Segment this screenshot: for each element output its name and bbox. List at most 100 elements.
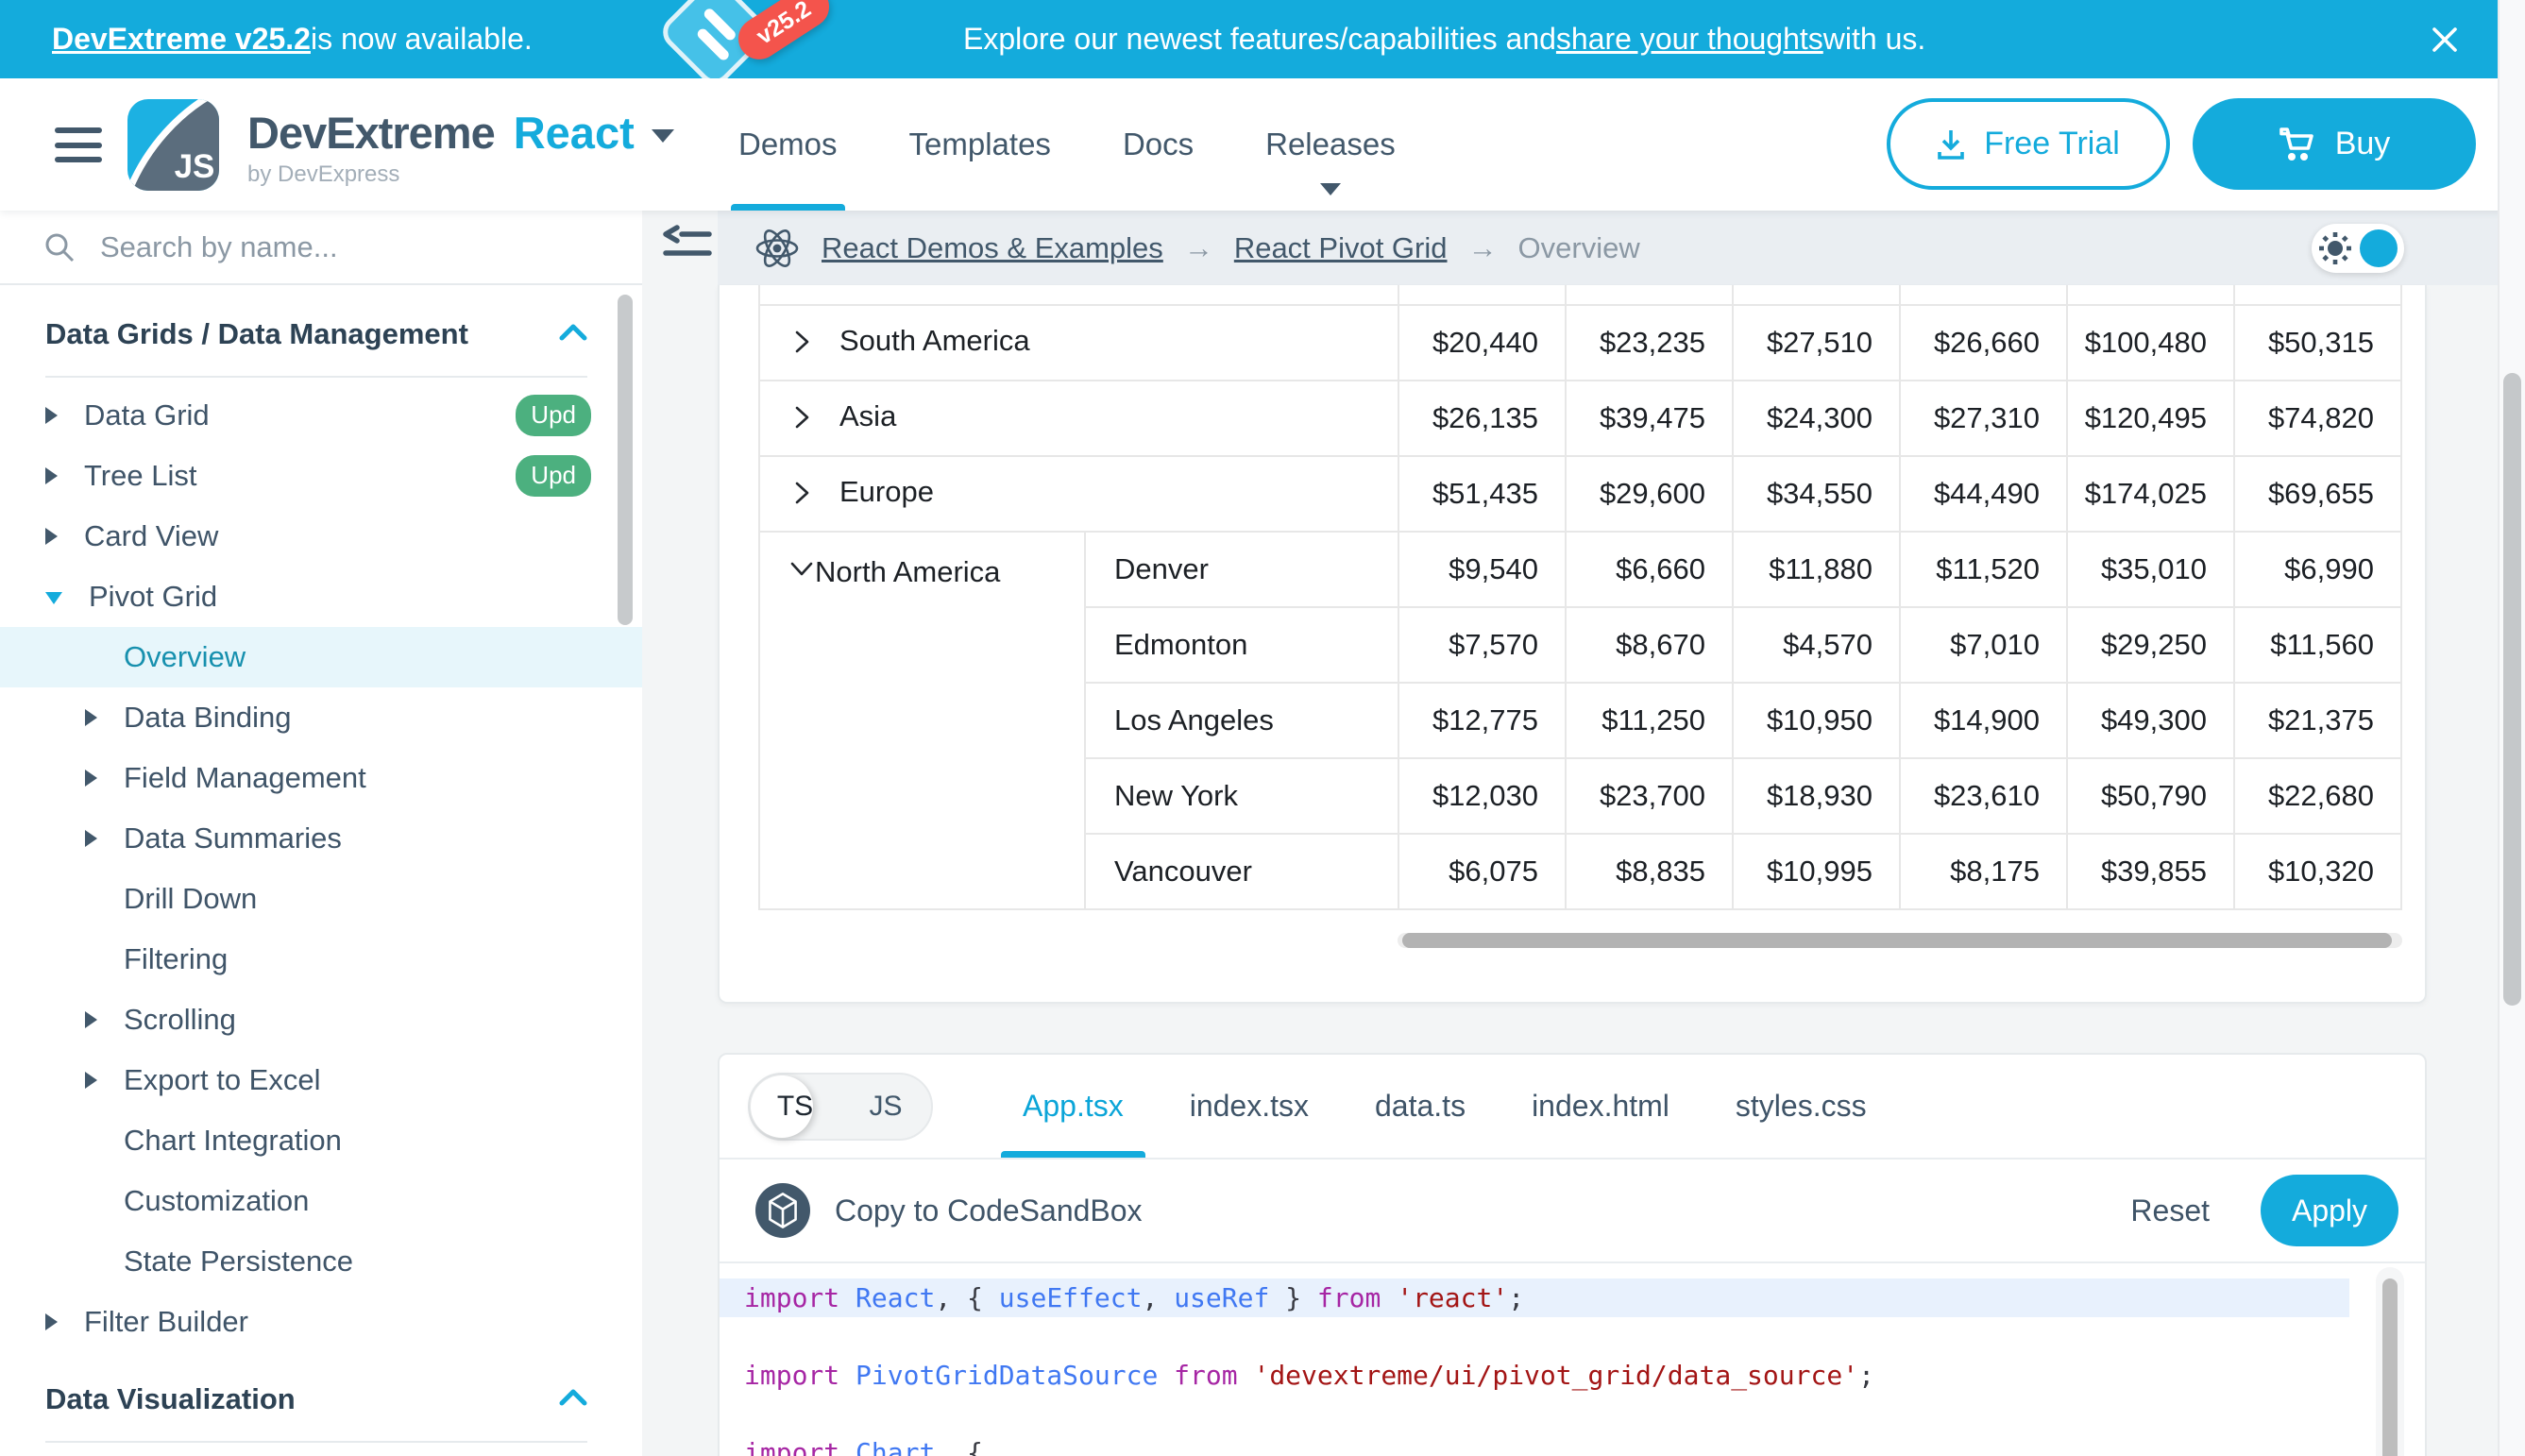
reset-button[interactable]: Reset (2130, 1194, 2210, 1228)
nav-item-releases[interactable]: Releases (1265, 78, 1396, 211)
pivot-value-cell: $39,475 (1566, 381, 1733, 456)
sidebar-section-header[interactable]: Data Visualization (0, 1352, 642, 1416)
language-toggle[interactable]: TSJS (748, 1073, 933, 1141)
sidebar-section-header[interactable]: Data Grids / Data Management (0, 287, 642, 351)
expanded-arrow-icon[interactable] (45, 592, 62, 604)
pivot-row-asia: Asia$26,135$39,475$24,300$27,310$120,495… (759, 381, 2401, 456)
pivot-horizontal-scrollbar[interactable] (1398, 933, 2402, 948)
brand-block[interactable]: DevExtreme React by DevExpress (247, 107, 674, 188)
share-your-thoughts-link[interactable]: share your thoughts (1556, 22, 1823, 57)
tab-index-html[interactable]: index.html (1499, 1055, 1703, 1158)
sidebar-item-state-persistence[interactable]: State Persistence (0, 1231, 642, 1292)
sidebar-item-export-to-excel[interactable]: Export to Excel (0, 1050, 642, 1110)
buy-button[interactable]: Buy (2193, 98, 2476, 190)
sidebar-item-filtering[interactable]: Filtering (0, 929, 642, 990)
expand-row-icon[interactable] (788, 404, 815, 438)
copy-to-codesandbox-button[interactable]: Copy to CodeSandBox (755, 1183, 1143, 1238)
tab-app-tsx[interactable]: App.tsx (990, 1055, 1157, 1158)
pivot-city-cell[interactable]: Los Angeles (1085, 683, 1398, 758)
collapse-sidebar-icon[interactable] (661, 225, 712, 262)
sidebar-item-drill-down[interactable]: Drill Down (0, 869, 642, 929)
sidebar-item-tree-list[interactable]: Tree ListUpd (0, 446, 642, 506)
code-line-1[interactable]: import React, { useEffect, useRef } from… (720, 1278, 2349, 1317)
sidebar-item-overview[interactable]: Overview (0, 627, 642, 687)
code-token (839, 1282, 856, 1313)
pivot-city-cell[interactable]: New York (1085, 758, 1398, 834)
page-scrollbar[interactable] (2498, 0, 2525, 1456)
sidebar-item-data-summaries[interactable]: Data Summaries (0, 808, 642, 869)
theme-toggle-knob[interactable] (2360, 229, 2398, 267)
pivot-value-cell: $9,540 (1398, 532, 1566, 607)
code-scrollbar-thumb[interactable] (2382, 1278, 2398, 1456)
collapsed-arrow-icon[interactable] (85, 1072, 97, 1089)
collapsed-arrow-icon[interactable] (45, 407, 58, 424)
hamburger-menu-icon[interactable] (55, 127, 102, 162)
collapsed-arrow-icon[interactable] (85, 1011, 97, 1028)
collapsed-arrow-icon[interactable] (85, 770, 97, 787)
theme-toggle[interactable] (2312, 224, 2404, 273)
code-token (1381, 1282, 1397, 1313)
sidebar-item-field-management[interactable]: Field Management (0, 748, 642, 808)
devextreme-react-demos-page: DevExtreme v25.2 is now available. v25.2… (0, 0, 2525, 1456)
nav-item-demos[interactable]: Demos (738, 78, 838, 211)
tab-index-tsx[interactable]: index.tsx (1157, 1055, 1342, 1158)
pivot-row-header[interactable]: Asia (759, 381, 1398, 456)
code-line-5[interactable]: import Chart, { (720, 1433, 2374, 1456)
sidebar-item-card-view[interactable]: Card View (0, 506, 642, 567)
lang-option-ts[interactable]: TS (750, 1091, 840, 1123)
pivot-horizontal-scrollbar-thumb[interactable] (1402, 933, 2392, 948)
breadcrumb-item-react-pivot-grid[interactable]: React Pivot Grid (1234, 231, 1448, 265)
pivot-value-cell: $6,990 (2234, 532, 2401, 607)
collapsed-arrow-icon[interactable] (85, 709, 97, 726)
collapsed-arrow-icon[interactable] (45, 1313, 58, 1330)
sidebar-item-filter-builder[interactable]: Filter Builder (0, 1292, 642, 1352)
chevron-down-icon[interactable] (652, 129, 674, 143)
pivot-row-header[interactable]: Europe (759, 456, 1398, 532)
sidebar-item-data-grid[interactable]: Data GridUpd (0, 385, 642, 446)
pivot-value-cell: $120,495 (2067, 381, 2234, 456)
banner-version-link[interactable]: DevExtreme v25.2 (52, 22, 311, 57)
collapsed-arrow-icon[interactable] (85, 830, 97, 847)
collapsed-arrow-icon[interactable] (45, 467, 58, 484)
page-scrollbar-thumb[interactable] (2503, 373, 2521, 1006)
code-line-2[interactable] (720, 1317, 2374, 1356)
sidebar-item-scrolling[interactable]: Scrolling (0, 990, 642, 1050)
code-toolbar: Copy to CodeSandBox Reset Apply (720, 1160, 2425, 1263)
free-trial-button[interactable]: Free Trial (1887, 98, 2170, 190)
code-token: , { (935, 1437, 983, 1456)
pivot-city-cell[interactable]: Edmonton (1085, 607, 1398, 683)
lang-option-js[interactable]: JS (840, 1091, 931, 1123)
sidebar-scrollbar-thumb[interactable] (618, 295, 633, 625)
breadcrumb-item-react-demos-examples[interactable]: React Demos & Examples (822, 231, 1163, 265)
code-scrollbar[interactable] (2376, 1267, 2404, 1456)
code-line-3[interactable]: import PivotGridDataSource from 'devextr… (720, 1356, 2374, 1395)
pivot-value-cell: $8,835 (1566, 834, 1733, 909)
devextreme-js-logo[interactable]: JS (127, 99, 219, 191)
pivot-row-header[interactable]: South America (759, 305, 1398, 381)
nav-item-docs[interactable]: Docs (1123, 78, 1194, 211)
pivot-group-header-north-america[interactable]: North America (759, 532, 1085, 909)
sidebar-item-chart-integration[interactable]: Chart Integration (0, 1110, 642, 1171)
pivot-city-cell[interactable]: Denver (1085, 532, 1398, 607)
tab-data-ts[interactable]: data.ts (1342, 1055, 1499, 1158)
code-editor[interactable]: import React, { useEffect, useRef } from… (720, 1263, 2374, 1456)
apply-button[interactable]: Apply (2261, 1175, 2398, 1246)
sidebar-item-pivot-grid[interactable]: Pivot Grid (0, 567, 642, 627)
expand-row-icon[interactable] (788, 480, 815, 514)
nav-item-templates[interactable]: Templates (909, 78, 1051, 211)
collapsed-arrow-icon[interactable] (45, 528, 58, 545)
banner-message-suffix: with us. (1823, 22, 1925, 57)
tab-styles-css[interactable]: styles.css (1703, 1055, 1900, 1158)
brand-subtitle: by DevExpress (247, 161, 674, 188)
collapse-row-icon[interactable] (788, 555, 815, 588)
pivot-city-cell[interactable]: Vancouver (1085, 834, 1398, 909)
search-input[interactable] (98, 229, 593, 265)
chevron-up-icon[interactable] (559, 1389, 587, 1411)
pivot-row-south-america: South America$20,440$23,235$27,510$26,66… (759, 305, 2401, 381)
expand-row-icon[interactable] (788, 329, 815, 363)
sidebar-item-data-binding[interactable]: Data Binding (0, 687, 642, 748)
banner-close-icon[interactable] (2423, 18, 2466, 61)
chevron-up-icon[interactable] (559, 324, 587, 346)
sidebar-item-customization[interactable]: Customization (0, 1171, 642, 1231)
code-line-4[interactable] (720, 1395, 2374, 1433)
